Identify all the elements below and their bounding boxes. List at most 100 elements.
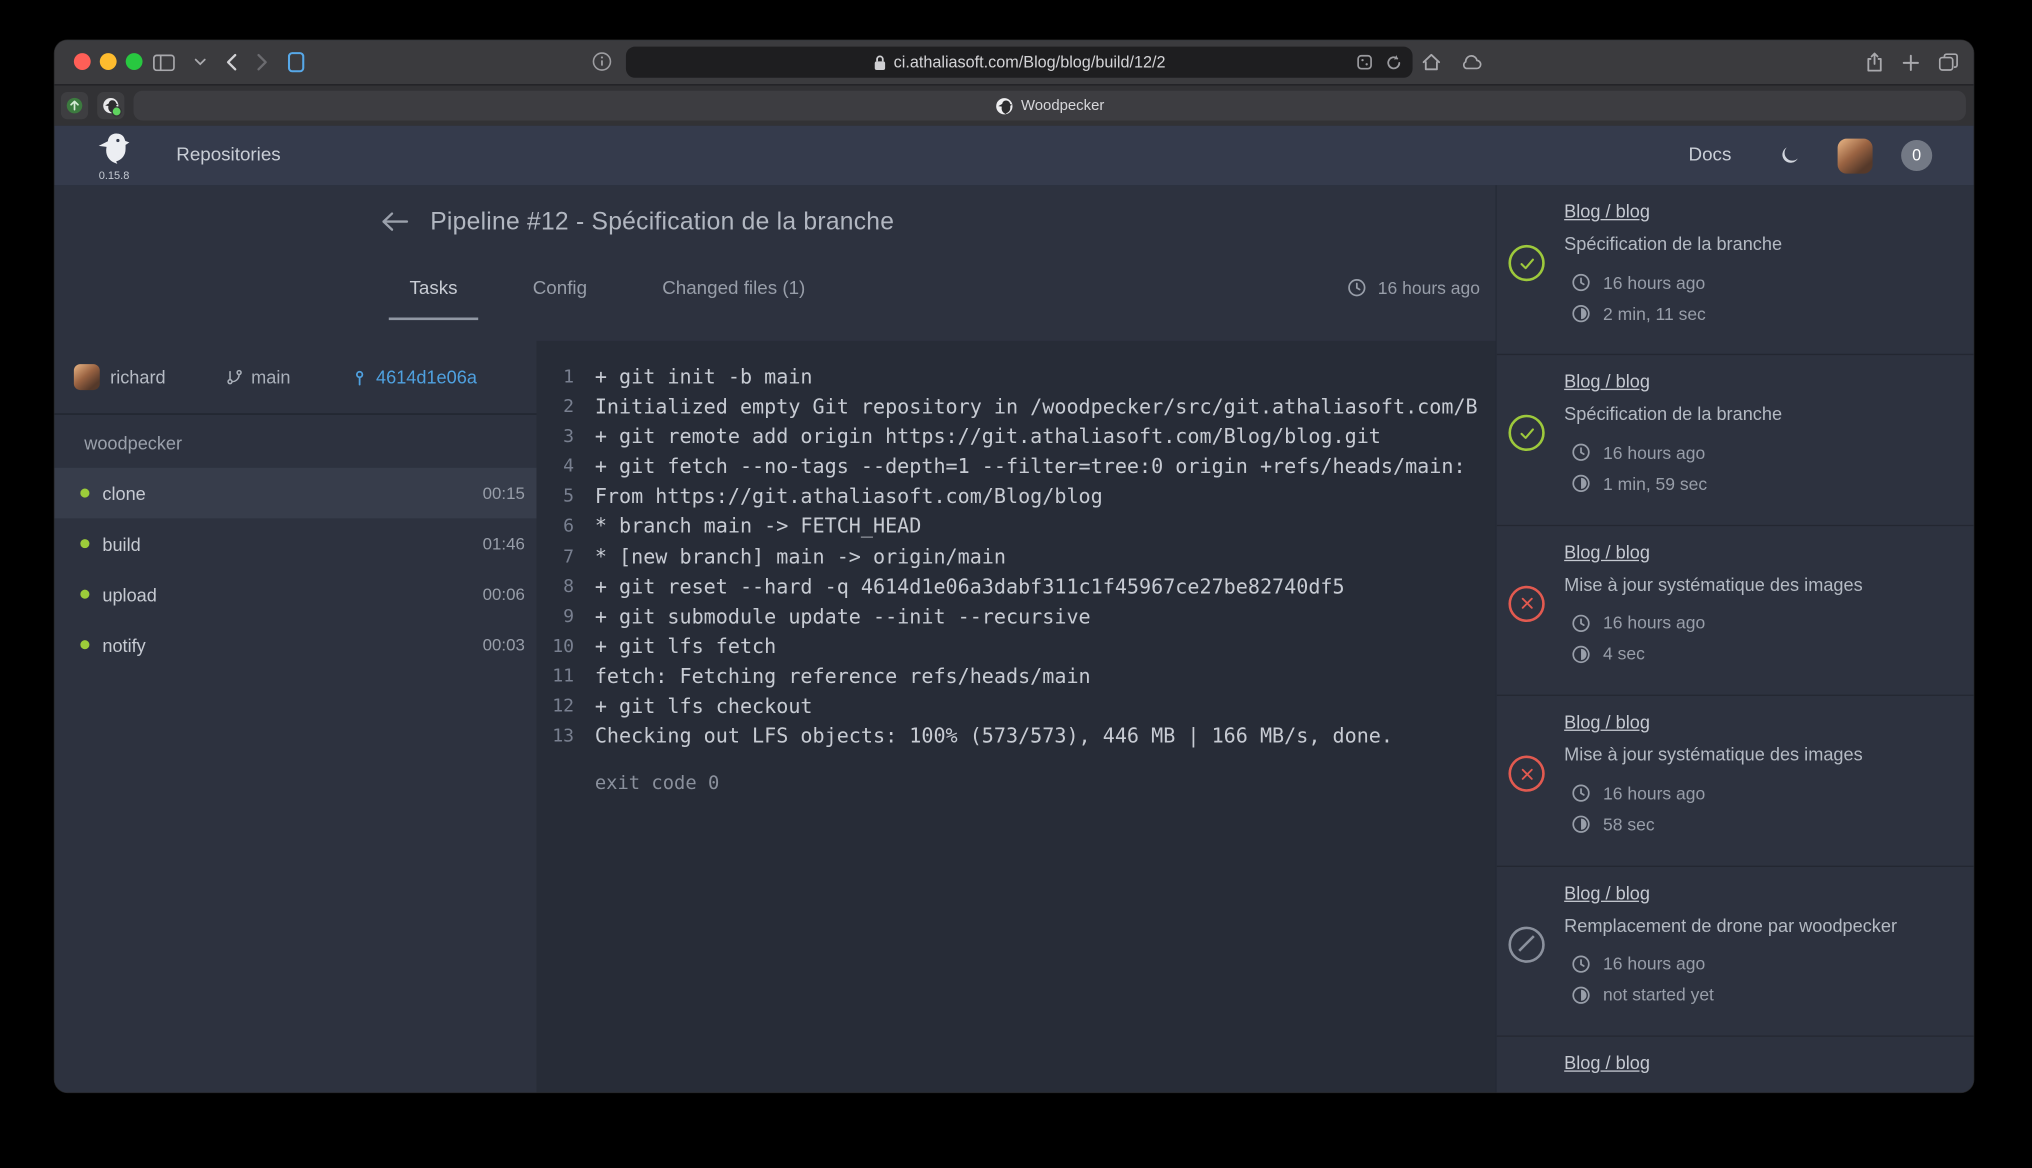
task-row[interactable]: build 01:46 (54, 518, 536, 569)
notification-badge[interactable]: 0 (1901, 140, 1932, 171)
log-viewer: 1 + git init -b main 2 Initialized empty… (537, 341, 1496, 1093)
build-duration-row: 58 sec (1571, 814, 1961, 835)
nav-repositories-link[interactable]: Repositories (176, 145, 280, 166)
build-time-row: 16 hours ago (1571, 783, 1961, 804)
log-line-text: From https://git.athaliasoft.com/Blog/bl… (595, 485, 1103, 508)
chevron-down-icon[interactable] (194, 58, 206, 66)
commit-hash-link[interactable]: 4614d1e06a (376, 367, 477, 388)
build-time-row: 16 hours ago (1571, 613, 1961, 634)
build-repo-link[interactable]: Blog / blog (1564, 541, 1650, 563)
build-time-text: 16 hours ago (1603, 954, 1705, 973)
home-icon[interactable] (1422, 53, 1441, 71)
pinned-tab-2[interactable] (97, 92, 124, 119)
build-duration-text: 2 min, 11 sec (1603, 304, 1706, 323)
sidebar-toggle-icon[interactable] (153, 54, 175, 71)
tab-audio-indicator (111, 106, 121, 116)
log-line-number: 10 (537, 636, 575, 657)
task-name: notify (102, 634, 482, 655)
log-line: 11 fetch: Fetching reference refs/heads/… (537, 662, 1496, 692)
task-status-dot (80, 489, 89, 498)
log-line-text: fetch: Fetching reference refs/heads/mai… (595, 665, 1091, 688)
log-line-number: 2 (537, 396, 575, 417)
log-line-number: 12 (537, 696, 575, 717)
brand[interactable]: 0.15.8 (88, 130, 140, 181)
build-status-icon (1508, 585, 1544, 621)
build-card[interactable]: Blog / blog Remplacement de drone par wo… (1497, 866, 1974, 1036)
zoom-window-button[interactable] (126, 53, 143, 70)
build-duration-row: not started yet (1571, 984, 1961, 1005)
pipeline-tab[interactable]: Config (512, 260, 608, 320)
log-line-text: Checking out LFS objects: 100% (573/573)… (595, 725, 1393, 748)
address-bar[interactable]: ci.athaliasoft.com/Blog/blog/build/12/2 (626, 47, 1413, 78)
build-duration-row: 2 min, 11 sec (1571, 303, 1961, 324)
clock-icon (1571, 613, 1592, 634)
build-card[interactable]: Blog / blog Mise à jour systématique des… (1497, 526, 1974, 696)
clock-icon (1571, 953, 1592, 974)
tab-overview-icon[interactable] (1939, 53, 1958, 71)
build-repo-link[interactable]: Blog / blog (1564, 882, 1650, 904)
log-line: 13 Checking out LFS objects: 100% (573/5… (537, 722, 1496, 752)
tasks-panel: richard main 4614 (54, 341, 536, 1093)
log-line-text: Initialized empty Git repository in /woo… (595, 395, 1478, 418)
finished-ago-text: 16 hours ago (1378, 278, 1480, 297)
build-status-icon (1508, 926, 1544, 962)
build-status-icon (1508, 756, 1544, 792)
slash-icon (1518, 936, 1535, 953)
page-info-icon[interactable] (592, 52, 611, 71)
app-main: Pipeline #12 - Spécification de la branc… (54, 185, 1973, 1092)
user-avatar[interactable] (1838, 138, 1873, 173)
task-name: clone (102, 483, 482, 504)
back-icon[interactable] (225, 53, 237, 71)
pipeline-tab[interactable]: Tasks (389, 260, 479, 320)
task-row[interactable]: notify 00:03 (54, 619, 536, 670)
share-icon[interactable] (1866, 52, 1883, 73)
lock-icon (873, 54, 886, 71)
task-duration: 00:03 (483, 635, 525, 654)
build-duration-row: 4 sec (1571, 644, 1961, 665)
build-time-text: 16 hours ago (1603, 784, 1705, 803)
timelapse-icon (1571, 984, 1592, 1005)
log-line: 10 + git lfs fetch (537, 632, 1496, 662)
log-line-number: 11 (537, 666, 575, 687)
commit-info[interactable]: 4614d1e06a (350, 366, 477, 388)
task-row[interactable]: upload 00:06 (54, 569, 536, 620)
task-row[interactable]: clone 00:15 (54, 468, 536, 519)
git-branch-icon (225, 367, 243, 388)
extensions-icon[interactable] (1357, 54, 1373, 70)
back-arrow-icon[interactable] (381, 211, 410, 232)
pipeline-tab[interactable]: Changed files (1) (641, 260, 826, 320)
forward-icon[interactable] (257, 53, 269, 71)
build-repo-link[interactable]: Blog / blog (1564, 201, 1650, 223)
build-repo-link[interactable]: Blog / blog (1564, 712, 1650, 734)
build-card[interactable]: Blog / blog (1497, 1037, 1974, 1093)
close-window-button[interactable] (74, 53, 91, 70)
build-card[interactable]: Blog / blog Spécification de la branche … (1497, 356, 1974, 526)
build-commit-message: Remplacement de drone par woodpecker (1564, 914, 1961, 936)
new-tab-icon[interactable] (1902, 54, 1919, 71)
build-repo-link[interactable]: Blog / blog (1564, 371, 1650, 393)
clock-icon (1571, 442, 1592, 463)
active-tab[interactable]: Woodpecker (133, 91, 1965, 121)
browser-toolbar: ci.athaliasoft.com/Blog/blog/build/12/2 (54, 40, 1973, 84)
reload-icon[interactable] (1385, 54, 1402, 71)
log-line: 3 + git remote add origin https://git.at… (537, 422, 1496, 452)
timelapse-icon (1571, 814, 1592, 835)
log-line: 1 + git init -b main (537, 362, 1496, 392)
dark-mode-toggle-icon[interactable] (1778, 144, 1801, 167)
task-status-dot (80, 640, 89, 649)
start-page-icon[interactable] (288, 52, 305, 73)
build-duration-text: 1 min, 59 sec (1603, 474, 1707, 493)
nav-docs-link[interactable]: Docs (1689, 145, 1732, 166)
active-tab-title: Woodpecker (1021, 98, 1104, 114)
icloud-tabs-icon[interactable] (1461, 54, 1483, 70)
window-controls (74, 53, 143, 70)
pinned-tab-1[interactable] (61, 92, 88, 119)
build-card[interactable]: Blog / blog Spécification de la branche … (1497, 185, 1974, 355)
build-repo-link[interactable]: Blog / blog (1564, 1052, 1650, 1074)
minimize-window-button[interactable] (100, 53, 117, 70)
log-line-number: 1 (537, 366, 575, 387)
cross-icon (1518, 765, 1535, 782)
log-line: 2 Initialized empty Git repository in /w… (537, 392, 1496, 422)
log-line-text: + git reset --hard -q 4614d1e06a3dabf311… (595, 575, 1345, 598)
build-card[interactable]: Blog / blog Mise à jour systématique des… (1497, 696, 1974, 866)
